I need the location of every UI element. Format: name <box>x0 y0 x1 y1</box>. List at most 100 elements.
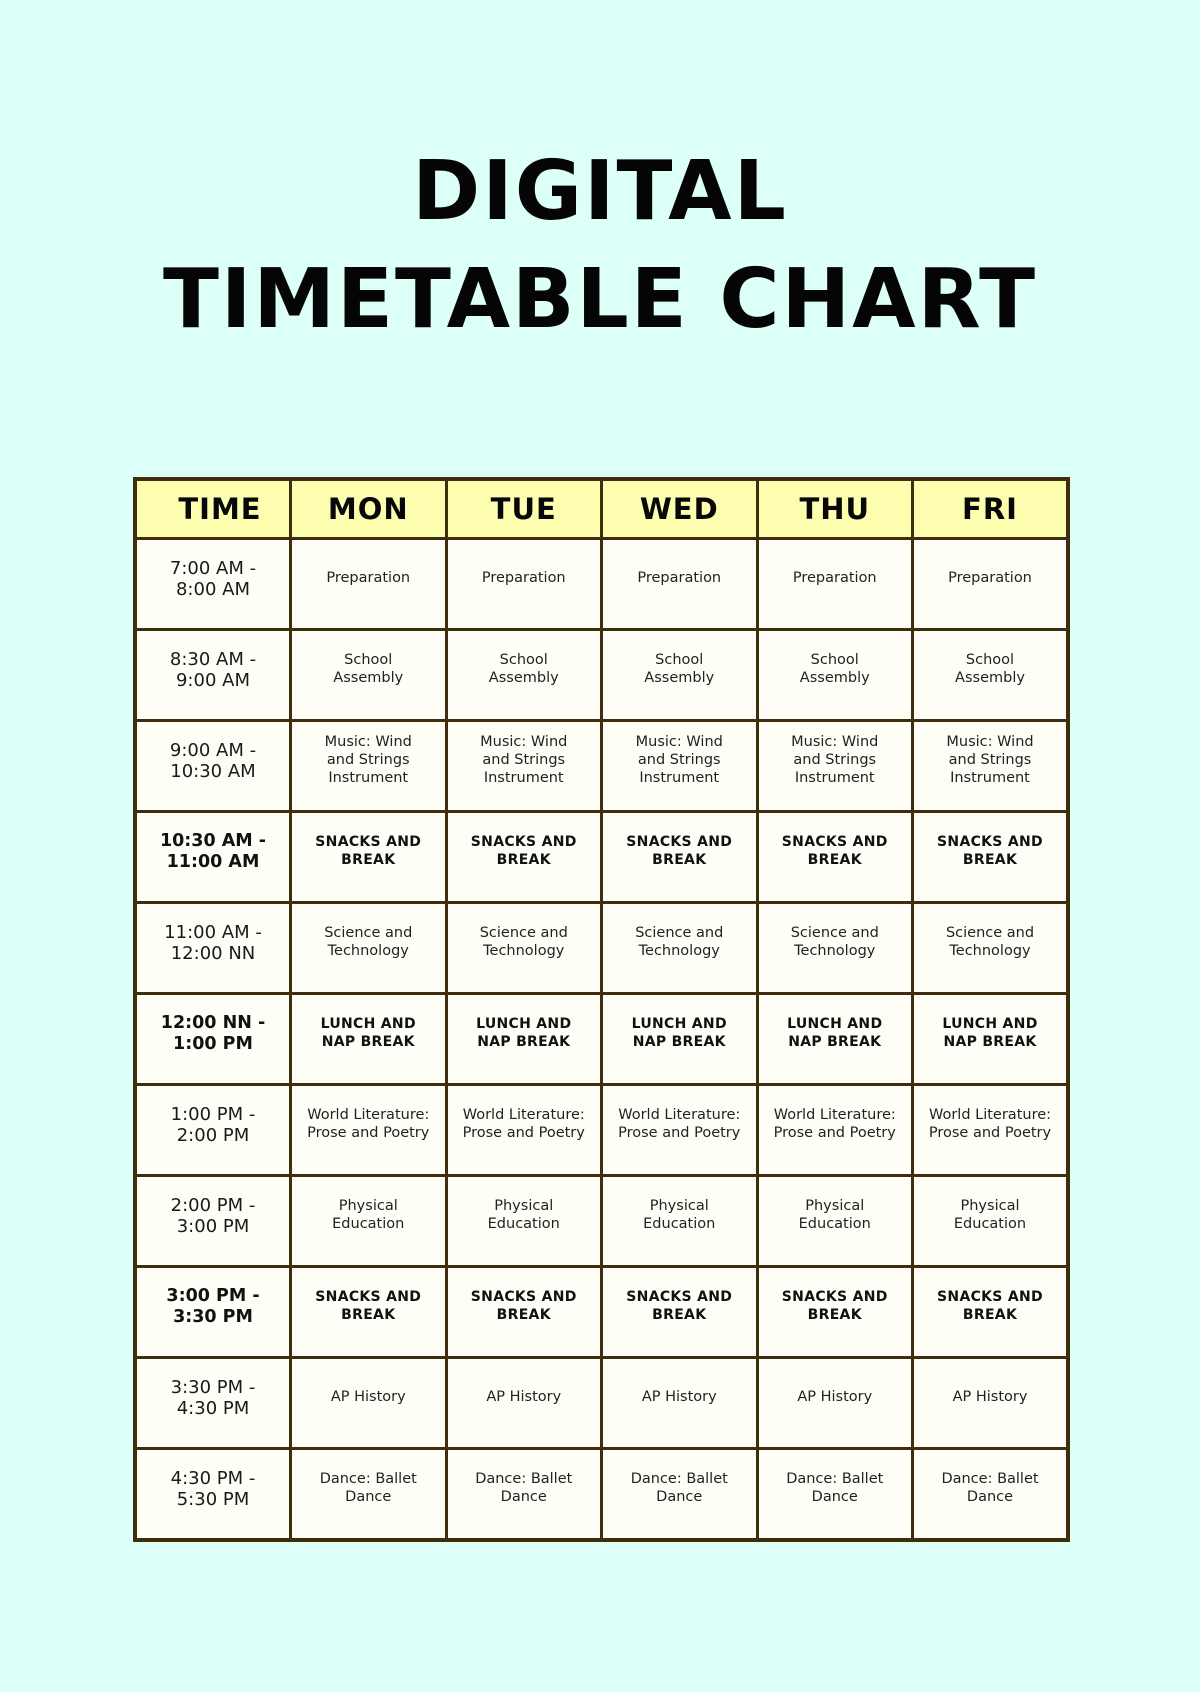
activity-label: SNACKS AND BREAK <box>626 834 733 868</box>
activity-label: LUNCH AND NAP BREAK <box>787 1016 883 1050</box>
schedule-cell-thu: World Literature: Prose and Poetry <box>755 1083 914 1177</box>
activity-label: AP History <box>330 1389 406 1405</box>
time-slot-cell: 11:00 AM - 12:00 NN <box>133 901 292 995</box>
activity-label: SNACKS AND BREAK <box>315 1289 422 1323</box>
schedule-cell-fri: SNACKS AND BREAK <box>911 810 1070 904</box>
time-slot-cell: 9:00 AM - 10:30 AM <box>133 719 292 813</box>
time-slot-label: 3:00 PM - 3:30 PM <box>166 1286 260 1327</box>
schedule-cell-mon: School Assembly <box>289 628 448 722</box>
time-slot-label: 2:00 PM - 3:00 PM <box>170 1195 256 1237</box>
schedule-cell-fri: Science and Technology <box>911 901 1070 995</box>
schedule-cell-thu: Dance: Ballet Dance <box>755 1447 914 1542</box>
activity-label: Dance: Ballet Dance <box>941 1471 1039 1505</box>
schedule-cell-tue: LUNCH AND NAP BREAK <box>444 992 603 1086</box>
schedule-cell-wed: World Literature: Prose and Poetry <box>600 1083 759 1177</box>
activity-label: Preparation <box>481 570 566 586</box>
timetable-header: TIME MON TUE WED THU FRI <box>133 477 1070 540</box>
activity-label: Music: Wind and Strings Instrument <box>791 734 879 786</box>
activity-label: Dance: Ballet Dance <box>630 1471 728 1505</box>
activity-label: Science and Technology <box>479 925 568 959</box>
schedule-cell-wed: Dance: Ballet Dance <box>600 1447 759 1542</box>
time-slot-cell: 1:00 PM - 2:00 PM <box>133 1083 292 1177</box>
schedule-cell-fri: LUNCH AND NAP BREAK <box>911 992 1070 1086</box>
time-slot-cell: 12:00 NN - 1:00 PM <box>133 992 292 1086</box>
activity-label: World Literature: Prose and Poetry <box>773 1107 896 1141</box>
timetable-body: 7:00 AM - 8:00 AM Preparation Preparation P… <box>133 537 1070 1542</box>
schedule-cell-tue: SNACKS AND BREAK <box>444 810 603 904</box>
activity-label: Science and Technology <box>324 925 413 959</box>
activity-label: SNACKS AND BREAK <box>626 1289 733 1323</box>
schedule-cell-tue: Music: Wind and Strings Instrument <box>444 719 603 813</box>
activity-label: SNACKS AND BREAK <box>937 1289 1043 1323</box>
table-row: 7:00 AM - 8:00 AM Preparation Preparation P… <box>133 537 1070 631</box>
schedule-cell-mon: SNACKS AND BREAK <box>289 810 448 904</box>
time-slot-label: 7:00 AM - 8:00 AM <box>169 558 257 600</box>
schedule-cell-wed: AP History <box>600 1356 759 1450</box>
schedule-cell-thu: Music: Wind and Strings Instrument <box>755 719 914 813</box>
activity-label: Dance: Ballet Dance <box>319 1471 417 1505</box>
schedule-cell-wed: Preparation <box>600 537 759 631</box>
schedule-cell-mon: Music: Wind and Strings Instrument <box>289 719 448 813</box>
activity-label: Music: Wind and Strings Instrument <box>480 734 568 786</box>
time-slot-label: 4:30 PM - 5:30 PM <box>170 1468 256 1510</box>
activity-label: LUNCH AND NAP BREAK <box>631 1016 727 1050</box>
schedule-cell-mon: Dance: Ballet Dance <box>289 1447 448 1542</box>
time-slot-label: 9:00 AM - 10:30 AM <box>169 740 257 782</box>
activity-label: AP History <box>797 1389 873 1405</box>
activity-label: Music: Wind and Strings Instrument <box>946 734 1034 786</box>
schedule-cell-thu: SNACKS AND BREAK <box>755 810 914 904</box>
time-slot-label: 1:00 PM - 2:00 PM <box>170 1104 256 1146</box>
activity-label: Music: Wind and Strings Instrument <box>635 734 723 786</box>
schedule-cell-fri: School Assembly <box>911 628 1070 722</box>
activity-label: SNACKS AND BREAK <box>470 1289 577 1323</box>
activity-label: SNACKS AND BREAK <box>937 834 1043 868</box>
activity-label: Physical Education <box>487 1198 560 1232</box>
schedule-cell-mon: Preparation <box>289 537 448 631</box>
schedule-cell-mon: World Literature: Prose and Poetry <box>289 1083 448 1177</box>
table-row: 3:00 PM - 3:30 PM SNACKS AND BREAK SNACKS … <box>133 1265 1070 1359</box>
column-header-mon: MON <box>289 477 448 540</box>
table-row: 12:00 NN - 1:00 PM LUNCH AND NAP BREAK LUN… <box>133 992 1070 1086</box>
activity-label: SNACKS AND BREAK <box>470 834 577 868</box>
schedule-cell-tue: Dance: Ballet Dance <box>444 1447 603 1542</box>
schedule-cell-thu: School Assembly <box>755 628 914 722</box>
table-row: 3:30 PM - 4:30 PM AP History AP History AP … <box>133 1356 1070 1450</box>
activity-label: Music: Wind and Strings Instrument <box>324 734 412 786</box>
page-title: DIGITAL TIMETABLE CHART <box>0 138 1200 354</box>
time-slot-cell: 10:30 AM - 11:00 AM <box>133 810 292 904</box>
activity-label: Science and Technology <box>635 925 724 959</box>
schedule-cell-mon: AP History <box>289 1356 448 1450</box>
schedule-cell-wed: Physical Education <box>600 1174 759 1268</box>
schedule-cell-fri: World Literature: Prose and Poetry <box>911 1083 1070 1177</box>
column-header-time: TIME <box>133 477 292 540</box>
schedule-cell-tue: Physical Education <box>444 1174 603 1268</box>
time-slot-label: 11:00 AM - 12:00 NN <box>164 922 262 964</box>
activity-label: World Literature: Prose and Poetry <box>462 1107 585 1141</box>
schedule-cell-tue: World Literature: Prose and Poetry <box>444 1083 603 1177</box>
schedule-cell-thu: SNACKS AND BREAK <box>755 1265 914 1359</box>
activity-label: School Assembly <box>333 652 404 686</box>
activity-label: LUNCH AND NAP BREAK <box>942 1016 1038 1050</box>
activity-label: Physical Education <box>643 1198 716 1232</box>
schedule-cell-fri: Preparation <box>911 537 1070 631</box>
activity-label: Science and Technology <box>790 925 879 959</box>
schedule-cell-fri: Music: Wind and Strings Instrument <box>911 719 1070 813</box>
time-slot-cell: 8:30 AM - 9:00 AM <box>133 628 292 722</box>
table-row: 2:00 PM - 3:00 PM Physical Education Physi… <box>133 1174 1070 1268</box>
activity-label: Preparation <box>637 570 722 586</box>
activity-label: Dance: Ballet Dance <box>786 1471 884 1505</box>
activity-label: SNACKS AND BREAK <box>781 834 888 868</box>
activity-label: School Assembly <box>799 652 870 686</box>
schedule-cell-thu: Physical Education <box>755 1174 914 1268</box>
header-row: TIME MON TUE WED THU FRI <box>133 477 1070 540</box>
page-title-line-2: TIMETABLE CHART <box>162 252 1038 347</box>
time-slot-label: 12:00 NN - 1:00 PM <box>160 1013 266 1054</box>
schedule-cell-thu: Preparation <box>755 537 914 631</box>
activity-label: Preparation <box>326 570 411 586</box>
schedule-cell-tue: Science and Technology <box>444 901 603 995</box>
activity-label: Preparation <box>948 570 1032 586</box>
page-title-line-1: DIGITAL <box>412 144 788 239</box>
timetable: TIME MON TUE WED THU FRI 7:00 AM - 8:00 … <box>133 477 1070 1542</box>
time-slot-cell: 3:00 PM - 3:30 PM <box>133 1265 292 1359</box>
schedule-cell-wed: SNACKS AND BREAK <box>600 810 759 904</box>
